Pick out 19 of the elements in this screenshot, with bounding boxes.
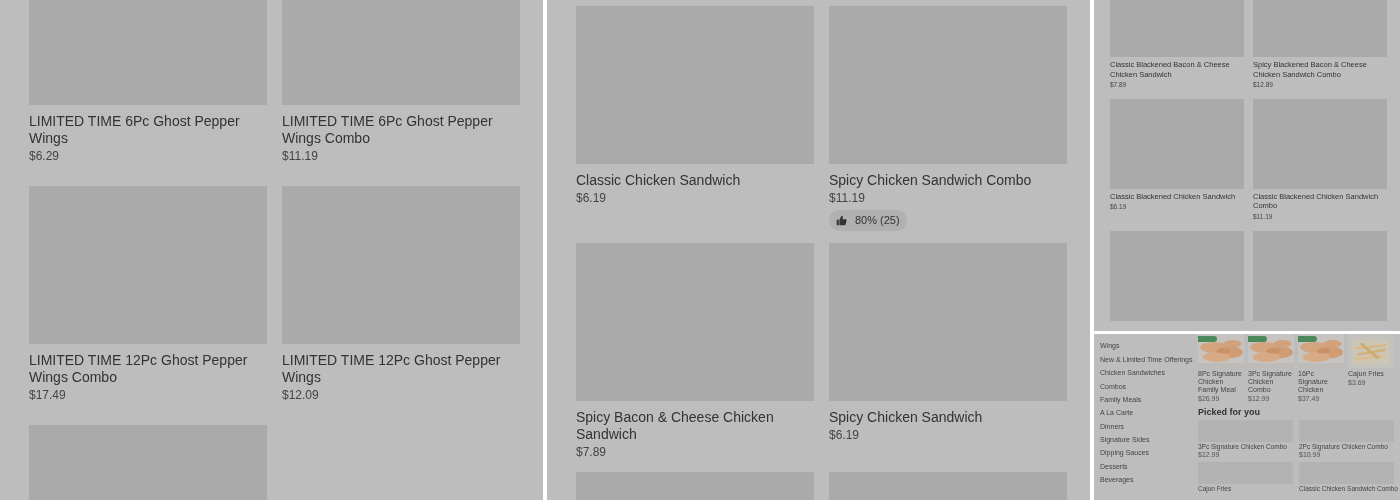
item-title: Spicy Bacon & Cheese Chicken Sandwich — [576, 408, 775, 443]
item-title: LIMITED TIME 6Pc Ghost Pepper Wings Combo — [282, 113, 494, 147]
item-title: Classic Chicken Sandwich — [576, 172, 742, 189]
item-price: $6.19 — [829, 426, 861, 443]
item-title: LIMITED TIME 12Pc Ghost Pepper Wings — [282, 352, 502, 386]
item-price: $11.19 — [282, 148, 319, 164]
item-price: $11.19 — [829, 190, 866, 206]
thumbs-up-icon — [836, 214, 847, 226]
item-title: LIMITED TIME 6Pc Ghost Pepper Wings — [29, 113, 241, 147]
item-title: Spicy Chicken Sandwich Combo — [829, 172, 1033, 189]
item-price: $12.09 — [282, 387, 320, 403]
rating-text: 80% (25) — [855, 213, 900, 228]
section-heading: Picked for you — [1198, 407, 1261, 419]
item-price: $17.49 — [29, 387, 67, 403]
item-title: LIMITED TIME 12Pc Ghost Pepper Wings Combo — [29, 352, 249, 386]
item-price: $6.19 — [576, 190, 608, 206]
item-price: $7.89 — [576, 443, 608, 460]
item-title: Spicy Chicken Sandwich — [829, 408, 984, 426]
item-price: $6.29 — [29, 148, 61, 164]
